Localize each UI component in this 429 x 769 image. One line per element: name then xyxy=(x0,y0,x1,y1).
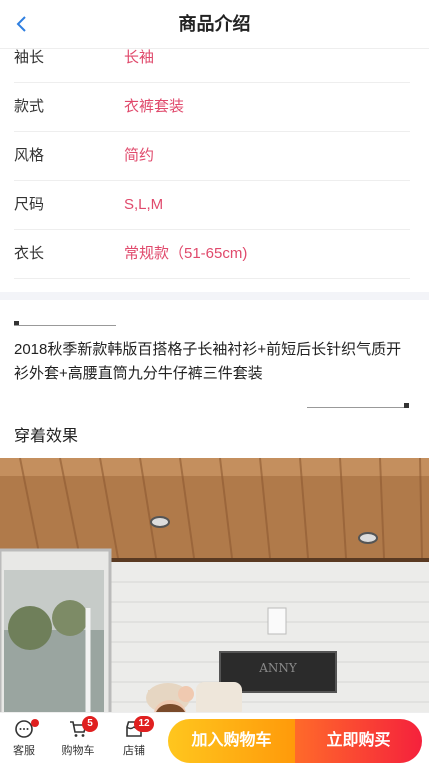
spec-label: 尺码 xyxy=(14,196,45,213)
spec-row-style: 款式 衣裤套装 xyxy=(14,83,410,132)
action-buttons: 加入购物车 立即购买 xyxy=(0,719,429,763)
spec-value: 衣裤套装 xyxy=(124,98,185,115)
buy-now-button[interactable]: 立即购买 xyxy=(295,719,422,763)
bottom-action-bar: 客服 5 购物车 12 店铺 加入购物车 立即购买 xyxy=(0,712,429,769)
product-description: 2018秋季新款韩版百搭格子长袖衬衫+前短后长针织气质开衫外套+高腰直筒九分牛仔… xyxy=(14,341,402,382)
top-nav-bar: 商品介绍 xyxy=(0,0,429,49)
spec-value: S,L,M xyxy=(124,196,164,213)
spec-row-size: 尺码 S,L,M xyxy=(14,181,410,230)
sign-text: ANNY xyxy=(258,661,298,675)
spec-label: 袖长 xyxy=(14,49,45,66)
spec-value: 简约 xyxy=(124,147,155,164)
spec-value: 长袖 xyxy=(124,49,155,66)
spec-row-fashion: 风格 简约 xyxy=(14,132,410,181)
spec-value: 常规款（51-65cm) xyxy=(124,245,248,262)
spec-table: 袖长 长袖 款式 衣裤套装 风格 简约 尺码 S,L,M 衣长 常规款（51-6… xyxy=(14,48,410,279)
spec-label: 衣长 xyxy=(14,245,45,262)
product-photo: ANNY xyxy=(0,458,429,712)
decorative-line-bottom xyxy=(307,403,409,409)
spec-label: 风格 xyxy=(14,147,45,164)
page-title: 商品介绍 xyxy=(178,14,251,34)
decorative-line-top xyxy=(14,321,116,327)
wear-effect-heading: 穿着效果 xyxy=(14,428,79,445)
spec-row-sleeve: 袖长 长袖 xyxy=(14,48,410,83)
section-divider xyxy=(0,292,429,300)
spec-row-length: 衣长 常规款（51-65cm) xyxy=(14,230,410,279)
spec-label: 款式 xyxy=(14,98,45,115)
product-detail-content[interactable]: 袖长 长袖 款式 衣裤套装 风格 简约 尺码 S,L,M 衣长 常规款（51-6… xyxy=(0,48,429,712)
add-to-cart-button[interactable]: 加入购物车 xyxy=(168,719,295,763)
